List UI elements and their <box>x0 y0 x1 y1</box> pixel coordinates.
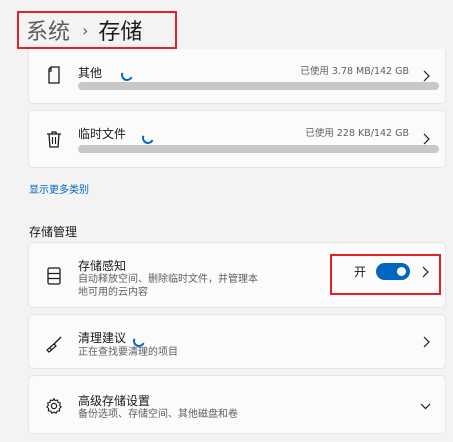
breadcrumb-parent[interactable]: 系统 <box>18 14 70 46</box>
gear-icon <box>45 397 63 415</box>
show-more-categories-link[interactable]: 显示更多类别 <box>29 181 89 196</box>
document-icon <box>45 66 63 84</box>
cleanup-title: 清理建议 <box>78 331 127 345</box>
toggle-state-label: 开 <box>353 265 366 279</box>
loading-spinner-icon <box>119 67 135 83</box>
broom-icon <box>45 335 63 353</box>
storage-drive-icon <box>45 267 63 285</box>
usage-progress-bar <box>78 145 439 153</box>
advanced-storage-settings-card[interactable]: 高级存储设置 备份选项、存储空间、其他磁盘和卷 <box>28 375 446 434</box>
category-usage: 已使用 228 KB/142 GB <box>305 128 409 139</box>
advanced-description: 备份选项、存储空间、其他磁盘和卷 <box>78 409 238 420</box>
page-title: 存储 <box>98 20 143 45</box>
chevron-right-icon[interactable] <box>421 335 431 349</box>
storage-sense-description: 自动释放空间、删除临时文件，并管理本 <box>78 274 258 285</box>
trash-icon <box>45 130 63 148</box>
category-other-card[interactable]: 其他 已使用 3.78 MB/142 GB <box>28 49 446 104</box>
storage-sense-toggle[interactable] <box>376 263 410 280</box>
category-temp-files-card[interactable]: 临时文件 已使用 228 KB/142 GB <box>28 110 446 168</box>
category-usage: 已使用 3.78 MB/142 GB <box>300 66 409 77</box>
section-title: 存储管理 <box>29 225 78 239</box>
chevron-down-icon[interactable] <box>419 399 431 413</box>
storage-sense-toggle-area: 开 <box>354 263 429 280</box>
chevron-right-icon[interactable] <box>422 266 429 278</box>
chevron-right-icon[interactable] <box>421 69 431 83</box>
breadcrumb: 系统 › 存储 <box>18 12 176 48</box>
storage-sense-description-line2: 地可用的云内容 <box>78 287 148 298</box>
storage-sense-title: 存储感知 <box>78 259 127 273</box>
usage-progress-bar <box>78 82 439 90</box>
loading-spinner-icon <box>140 130 156 146</box>
category-name: 临时文件 <box>78 127 127 141</box>
storage-sense-card[interactable]: 存储感知 自动释放空间、删除临时文件，并管理本 地可用的云内容 开 <box>28 242 446 308</box>
cleanup-description: 正在查找要清理的项目 <box>78 347 178 358</box>
cleanup-recommendations-card[interactable]: 清理建议 正在查找要清理的项目 <box>28 314 446 369</box>
breadcrumb-separator-icon: › <box>82 20 89 40</box>
advanced-title: 高级存储设置 <box>78 394 151 408</box>
chevron-right-icon[interactable] <box>421 132 431 146</box>
category-name: 其他 <box>78 66 103 80</box>
storage-settings-page: 系统 › 存储 其他 已使用 3.78 MB/142 GB 临时文件 已使用 2… <box>0 0 453 442</box>
